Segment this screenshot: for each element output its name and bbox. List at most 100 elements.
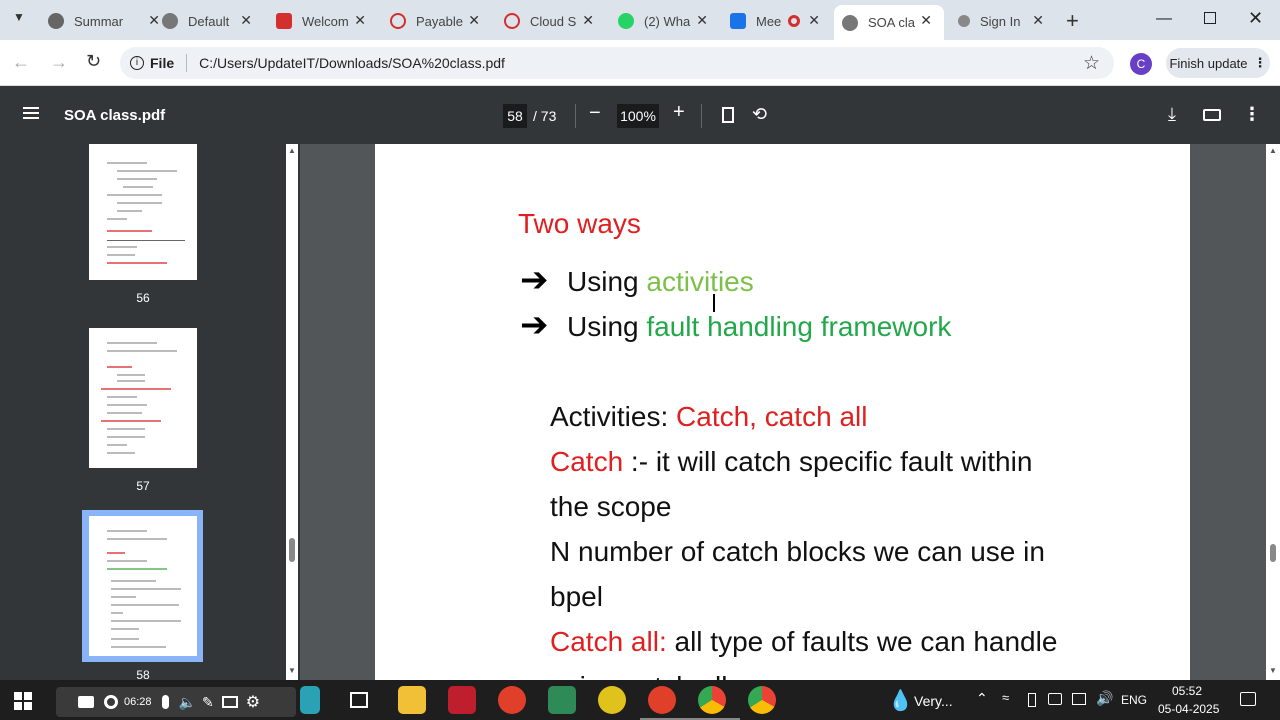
app-icon[interactable] [300,686,320,714]
close-icon[interactable]: ✕ [240,12,252,29]
file-explorer-icon[interactable] [398,686,426,714]
oracle-icon [504,13,520,29]
speaker-icon[interactable]: 🔈 [179,694,196,711]
tab-sign-in[interactable]: Sign In ✕ [958,6,1058,36]
bullet-prefix: Using [567,311,647,342]
wifi-icon[interactable]: ≈ [1002,690,1009,705]
close-icon[interactable]: ✕ [808,12,820,29]
print-icon[interactable] [1203,109,1221,121]
omnibox[interactable]: i File C:/Users/UpdateIT/Downloads/SOA%2… [120,47,1114,79]
battery-icon[interactable] [1028,693,1036,707]
globe-icon [842,14,858,31]
page-heading: Two ways [518,208,641,239]
close-icon[interactable]: ✕ [1032,12,1044,29]
viewer-scrollbar[interactable]: ▲ ▼ [1266,144,1280,680]
zoom-in-button[interactable]: + [673,101,685,124]
thumbnail-page-57[interactable] [89,328,197,468]
close-icon[interactable]: ✕ [696,12,708,29]
chrome-profile-icon[interactable] [748,686,776,714]
bullet-highlight: activities [646,266,754,297]
microphone-icon[interactable] [161,695,169,709]
thumbnail-page-56[interactable] [89,144,197,280]
tab-strip: ▼ Summar ✕ Default ✕ Welcom ✕ Payable ✕ … [0,0,1280,40]
toolbar: ← → ↻ i File C:/Users/UpdateIT/Downloads… [0,40,1280,86]
pen-icon[interactable]: ✎ [202,694,214,711]
sidebar-scroll-thumb[interactable] [289,538,295,562]
tab-payable[interactable]: Payable ✕ [390,6,500,36]
download-icon[interactable]: ⤓ [1168,104,1176,125]
windows-start-icon[interactable] [14,692,32,710]
rotate-icon[interactable]: ⟲ [752,104,767,125]
bullet-prefix: Using [567,266,647,297]
opera-gx-icon[interactable] [648,686,676,714]
restore-button[interactable] [1204,12,1216,24]
close-icon[interactable]: ✕ [920,12,932,29]
arrow-right-icon: ➔ [520,306,549,344]
tab-welcome[interactable]: Welcom ✕ [276,6,386,36]
close-icon[interactable]: ✕ [148,12,160,29]
weather-icon[interactable]: 💧 [888,688,913,713]
tab-meet[interactable]: Mee ✕ [730,6,824,36]
minimize-button[interactable]: — [1156,10,1172,28]
menu-icon[interactable] [23,107,39,119]
app-yellow-icon[interactable] [598,686,626,714]
sidebar-scrollbar[interactable]: ▲ ▼ [286,144,298,680]
more-vert-icon: ⋮ [1253,55,1267,70]
new-tab-button[interactable]: + [1066,8,1079,34]
forward-button[interactable]: → [50,52,68,73]
notification-icon[interactable] [1240,692,1256,706]
page-number-input[interactable]: 58 [503,104,527,128]
tab-search-button[interactable]: ▼ [8,10,30,30]
clock-date[interactable]: 05-04-2025 [1158,702,1219,716]
zoom-input[interactable]: 100% [617,104,659,128]
record-button-icon[interactable] [104,695,118,709]
volume-icon[interactable]: 🔊 [1096,690,1113,707]
body-line: Activities: Catch, catch all [550,401,867,433]
network-icon[interactable] [1072,693,1086,705]
back-button[interactable]: ← [12,52,30,73]
tab-summary[interactable]: Summar ✕ [48,6,166,36]
finish-update-button[interactable]: Finish update ⋮ [1166,48,1270,78]
chrome-icon[interactable] [698,686,726,714]
viewer-scroll-thumb[interactable] [1270,544,1276,562]
settings-gear-icon[interactable]: ⚙ [246,692,260,712]
pdf-title: SOA class.pdf [64,107,166,124]
chevron-up-icon[interactable]: ⌃ [976,690,988,707]
whiteboard-icon[interactable] [221,696,238,708]
camera-icon[interactable] [78,696,94,708]
body-line: the scope [550,491,672,522]
fit-page-icon[interactable] [722,107,734,123]
clock-time[interactable]: 05:52 [1172,684,1202,698]
thumbnail-sidebar: 56 57 58 ▲ ▼ [0,144,300,680]
tab-soa-class[interactable]: SOA cla ✕ [834,5,944,40]
close-icon[interactable]: ✕ [354,12,366,29]
line-highlight: Catch, catch all [676,401,868,432]
filezilla-icon[interactable] [448,686,476,714]
tab-cloud[interactable]: Cloud S ✕ [504,6,614,36]
close-window-button[interactable]: ✕ [1248,8,1263,29]
reload-button[interactable]: ↻ [86,51,101,72]
camera-tray-icon[interactable] [1048,693,1062,705]
tab-label: Cloud S [530,13,577,29]
bullet-line: Using activities [567,266,754,298]
chip-divider [186,54,188,72]
tab-default[interactable]: Default ✕ [162,6,272,36]
body-line: bpel [550,581,603,612]
more-options-icon[interactable]: ⋮ [1243,104,1261,125]
thumbnail-label: 57 [136,479,150,493]
language-indicator[interactable]: ENG [1121,693,1147,707]
oracle-icon [276,13,292,29]
notepad-icon[interactable] [548,686,576,714]
profile-avatar[interactable]: C [1130,53,1152,75]
tab-whatsapp[interactable]: (2) Wha ✕ [618,6,728,36]
close-icon[interactable]: ✕ [468,12,480,29]
close-icon[interactable]: ✕ [582,12,594,29]
bullet-line: Using fault handling framework [567,311,951,343]
task-view-icon[interactable] [350,692,368,708]
zoom-out-button[interactable]: − [589,102,601,125]
bookmark-star-icon[interactable]: ☆ [1083,52,1100,75]
thumbnail-page-58[interactable] [89,516,197,656]
opera-icon[interactable] [498,686,526,714]
weather-text[interactable]: Very... [914,693,953,709]
info-icon: i [130,56,144,70]
